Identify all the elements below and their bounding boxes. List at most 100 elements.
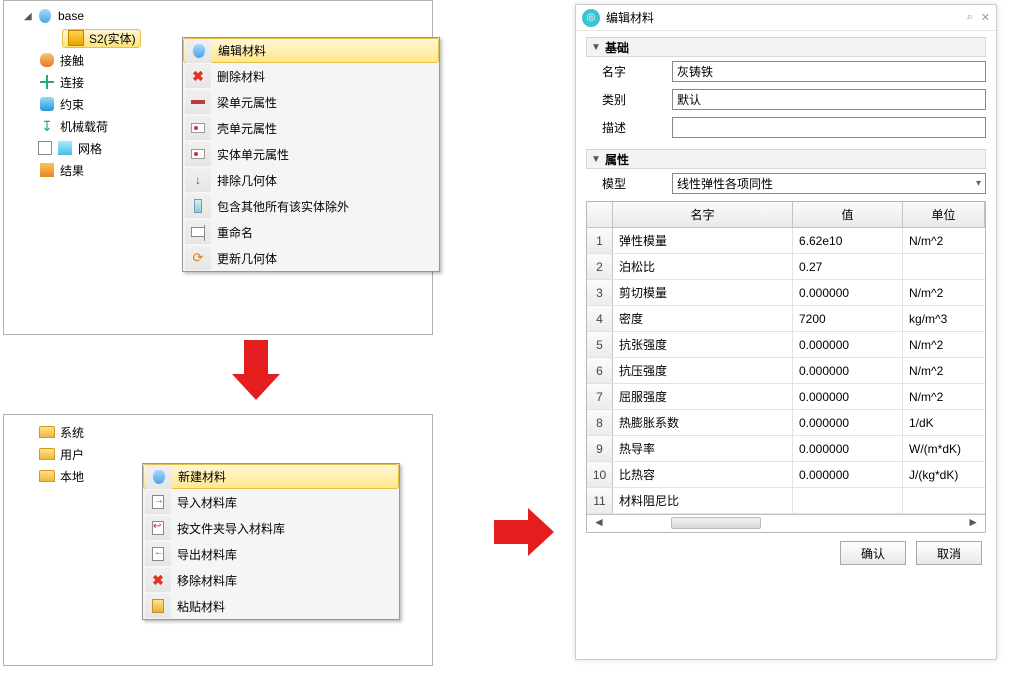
- mesh-icon: [56, 139, 74, 157]
- table-row[interactable]: 8热膨胀系数0.0000001/dK: [587, 410, 985, 436]
- menu-edit-material[interactable]: 编辑材料: [183, 38, 439, 63]
- prop-value[interactable]: 0.27: [793, 254, 903, 279]
- folder-icon: [38, 467, 56, 485]
- row-index: 11: [587, 488, 613, 513]
- menu-import-folder[interactable]: 按文件夹导入材料库: [143, 515, 399, 541]
- table-row[interactable]: 3剪切模量0.000000N/m^2: [587, 280, 985, 306]
- dialog-titlebar: ◎ 编辑材料 ⌕ ✕: [576, 5, 996, 31]
- properties-table: 名字 值 单位 1弹性模量6.62e10N/m^22泊松比0.273剪切模量0.…: [586, 201, 986, 533]
- model-tree-panel: ◢ base S2(实体) 接触 连接 约束 ↧ 机械载荷: [3, 0, 433, 335]
- menu-label: 实体单元属性: [217, 146, 289, 163]
- table-row[interactable]: 11材料阻尼比: [587, 488, 985, 514]
- table-row[interactable]: 7屈服强度0.000000N/m^2: [587, 384, 985, 410]
- table-row[interactable]: 10比热容0.000000J/(kg*dK): [587, 462, 985, 488]
- import-folder-icon: [152, 521, 164, 535]
- include-icon: [194, 199, 202, 213]
- row-index: 7: [587, 384, 613, 409]
- category-input[interactable]: [672, 89, 986, 110]
- menu-import-lib[interactable]: 导入材料库: [143, 489, 399, 515]
- prop-value[interactable]: 0.000000: [793, 436, 903, 461]
- menu-paste-material[interactable]: 粘贴材料: [143, 593, 399, 619]
- app-icon: ◎: [582, 9, 600, 27]
- table-row[interactable]: 9热导率0.000000W/(m*dK): [587, 436, 985, 462]
- prop-unit: [903, 254, 985, 279]
- prop-value[interactable]: 0.000000: [793, 358, 903, 383]
- menu-export-lib[interactable]: 导出材料库: [143, 541, 399, 567]
- row-index: 1: [587, 228, 613, 253]
- menu-rename[interactable]: 重命名: [183, 219, 439, 245]
- constraint-icon: [38, 95, 56, 113]
- table-row[interactable]: 6抗压强度0.000000N/m^2: [587, 358, 985, 384]
- row-index: 2: [587, 254, 613, 279]
- menu-new-material[interactable]: 新建材料: [143, 464, 399, 489]
- table-row[interactable]: 1弹性模量6.62e10N/m^2: [587, 228, 985, 254]
- prop-value[interactable]: 0.000000: [793, 280, 903, 305]
- menu-exclude-geom[interactable]: ↓排除几何体: [183, 167, 439, 193]
- prop-value[interactable]: 0.000000: [793, 410, 903, 435]
- menu-include-others[interactable]: 包含其他所有该实体除外: [183, 193, 439, 219]
- close-button[interactable]: ✕: [981, 11, 990, 24]
- load-icon: ↧: [38, 117, 56, 135]
- lib-node-user[interactable]: 用户: [6, 443, 430, 465]
- cancel-button[interactable]: 取消: [916, 541, 982, 565]
- menu-update-geom[interactable]: ⟳更新几何体: [183, 245, 439, 271]
- table-row[interactable]: 2泊松比0.27: [587, 254, 985, 280]
- delete-icon: ✖: [192, 68, 204, 85]
- row-index: 9: [587, 436, 613, 461]
- lib-node-system[interactable]: 系统: [6, 421, 430, 443]
- table-row[interactable]: 5抗张强度0.000000N/m^2: [587, 332, 985, 358]
- collapse-icon[interactable]: ◢: [24, 11, 36, 22]
- model-value: 线性弹性各项同性: [677, 175, 773, 192]
- ok-button[interactable]: 确认: [840, 541, 906, 565]
- prop-value[interactable]: 0.000000: [793, 384, 903, 409]
- col-value: 值: [793, 202, 903, 227]
- prop-value[interactable]: 0.000000: [793, 462, 903, 487]
- row-index: 4: [587, 306, 613, 331]
- menu-remove-lib[interactable]: ✖移除材料库: [143, 567, 399, 593]
- menu-label: 壳单元属性: [217, 120, 277, 137]
- prop-name: 剪切模量: [613, 280, 793, 305]
- chevron-down-icon: ▾: [976, 178, 981, 189]
- prop-value[interactable]: [793, 488, 903, 513]
- desc-label: 描述: [586, 119, 672, 136]
- menu-label: 按文件夹导入材料库: [177, 520, 285, 537]
- desc-input[interactable]: [672, 117, 986, 138]
- table-header-row: 名字 值 单位: [587, 202, 985, 228]
- scrollbar-thumb[interactable]: [671, 517, 761, 529]
- menu-shell-prop[interactable]: 壳单元属性: [183, 115, 439, 141]
- prop-value[interactable]: 0.000000: [793, 332, 903, 357]
- menu-label: 移除材料库: [177, 572, 237, 589]
- tree-label: S2(实体): [89, 30, 136, 47]
- model-label: 模型: [586, 175, 672, 192]
- help-button[interactable]: ⌕: [967, 11, 973, 24]
- prop-value[interactable]: 7200: [793, 306, 903, 331]
- drop-icon: [36, 7, 54, 25]
- prop-unit: W/(m*dK): [903, 436, 985, 461]
- material-icon: [193, 44, 205, 58]
- tree-node-base[interactable]: ◢ base: [6, 5, 430, 27]
- tree-label: 接触: [60, 52, 84, 69]
- material-library-panel: 系统 用户 本地 新建材料 导入材料库 按文件夹导入材料库 导出材料库 ✖移除材…: [3, 414, 433, 666]
- menu-solid-prop[interactable]: 实体单元属性: [183, 141, 439, 167]
- mesh-checkbox[interactable]: [38, 141, 52, 155]
- scroll-left-icon[interactable]: ◄: [587, 515, 611, 532]
- menu-beam-prop[interactable]: 梁单元属性: [183, 89, 439, 115]
- prop-unit: N/m^2: [903, 228, 985, 253]
- section-props-header[interactable]: ▼属性: [586, 149, 986, 169]
- folder-icon: [38, 423, 56, 441]
- tree-label: 约束: [60, 96, 84, 113]
- section-title: 基础: [605, 39, 629, 56]
- prop-value[interactable]: 6.62e10: [793, 228, 903, 253]
- section-basic-header[interactable]: ▼基础: [586, 37, 986, 57]
- table-row[interactable]: 4密度7200kg/m^3: [587, 306, 985, 332]
- menu-label: 梁单元属性: [217, 94, 277, 111]
- prop-unit: N/m^2: [903, 280, 985, 305]
- model-dropdown[interactable]: 线性弹性各项同性 ▾: [672, 173, 986, 194]
- scroll-right-icon[interactable]: ►: [961, 515, 985, 532]
- name-input[interactable]: [672, 61, 986, 82]
- field-model-row: 模型 线性弹性各项同性 ▾: [586, 169, 986, 197]
- prop-unit: N/m^2: [903, 358, 985, 383]
- menu-delete-material[interactable]: ✖删除材料: [183, 63, 439, 89]
- edit-material-dialog: ◎ 编辑材料 ⌕ ✕ ▼基础 名字 类别 描述 ▼属性 模型 线性弹性各项同性 …: [575, 4, 997, 660]
- horizontal-scrollbar[interactable]: ◄ ►: [587, 514, 985, 532]
